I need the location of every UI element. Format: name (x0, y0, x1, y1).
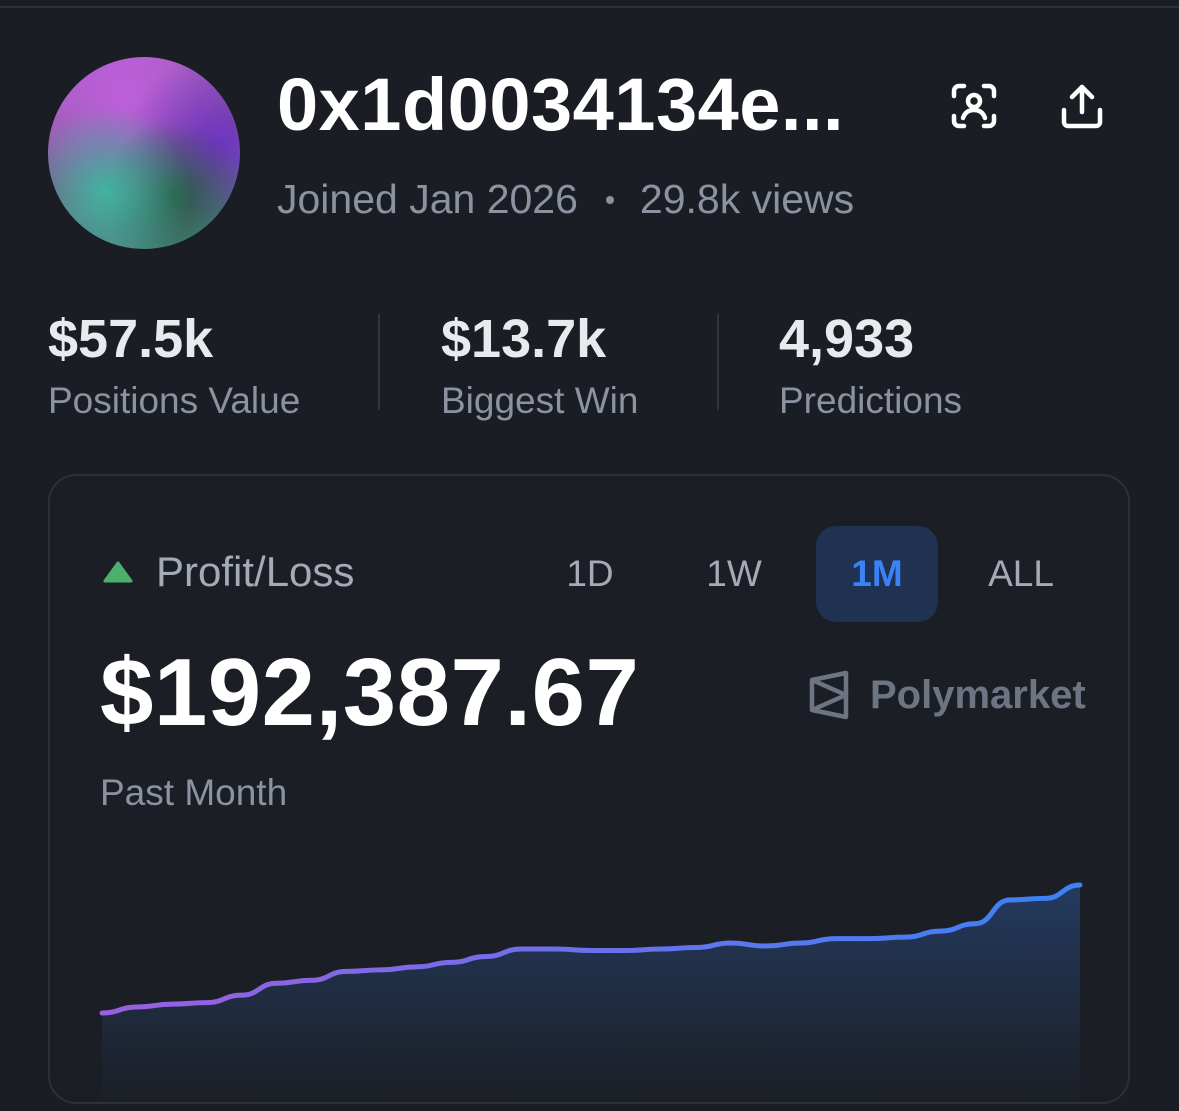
stat-predictions: 4,933 Predictions (779, 308, 962, 422)
pnl-card: Profit/Loss 1D 1W 1M ALL $192,387.67 Pol… (48, 474, 1130, 1104)
tab-all[interactable]: ALL (976, 526, 1066, 622)
stat-divider (378, 314, 380, 410)
pnl-chart (99, 882, 1083, 1102)
stat-value: $57.5k (48, 309, 214, 369)
profile-username: 0x1d0034134e... (277, 63, 845, 146)
pnl-label: Profit/Loss (156, 548, 355, 595)
pnl-header: Profit/Loss (102, 548, 354, 596)
share-upload-icon (1061, 84, 1103, 129)
tab-1w[interactable]: 1W (690, 526, 778, 622)
stat-value: 4,933 (779, 309, 915, 369)
pnl-amount: $192,387.67 (100, 639, 640, 746)
stat-label: Positions Value (48, 380, 301, 421)
share-button[interactable] (1052, 76, 1112, 136)
polymarket-logo-icon (809, 670, 849, 720)
triangle-up-icon (103, 561, 133, 583)
stat-value: $13.7k (441, 309, 607, 369)
pnl-period: Past Month (100, 772, 288, 813)
stat-label: Predictions (779, 380, 963, 421)
brand: Polymarket (808, 670, 1086, 720)
view-count: 29.8k views (639, 176, 855, 222)
scan-button[interactable] (944, 76, 1004, 136)
tab-1d[interactable]: 1D (547, 526, 633, 622)
stat-label: Biggest Win (441, 380, 639, 421)
brand-name: Polymarket (870, 672, 1086, 717)
stat-positions-value: $57.5k Positions Value (48, 308, 300, 422)
tab-1m[interactable]: 1M (816, 526, 938, 622)
stat-divider (717, 314, 719, 410)
scan-user-icon (951, 83, 997, 129)
separator-dot (605, 195, 614, 204)
stat-biggest-win: $13.7k Biggest Win (441, 308, 638, 422)
joined-date: Joined Jan 2026 (277, 176, 578, 222)
profile-meta: Joined Jan 2026 29.8k views (277, 176, 854, 223)
avatar[interactable] (48, 57, 240, 249)
top-divider (0, 6, 1179, 8)
